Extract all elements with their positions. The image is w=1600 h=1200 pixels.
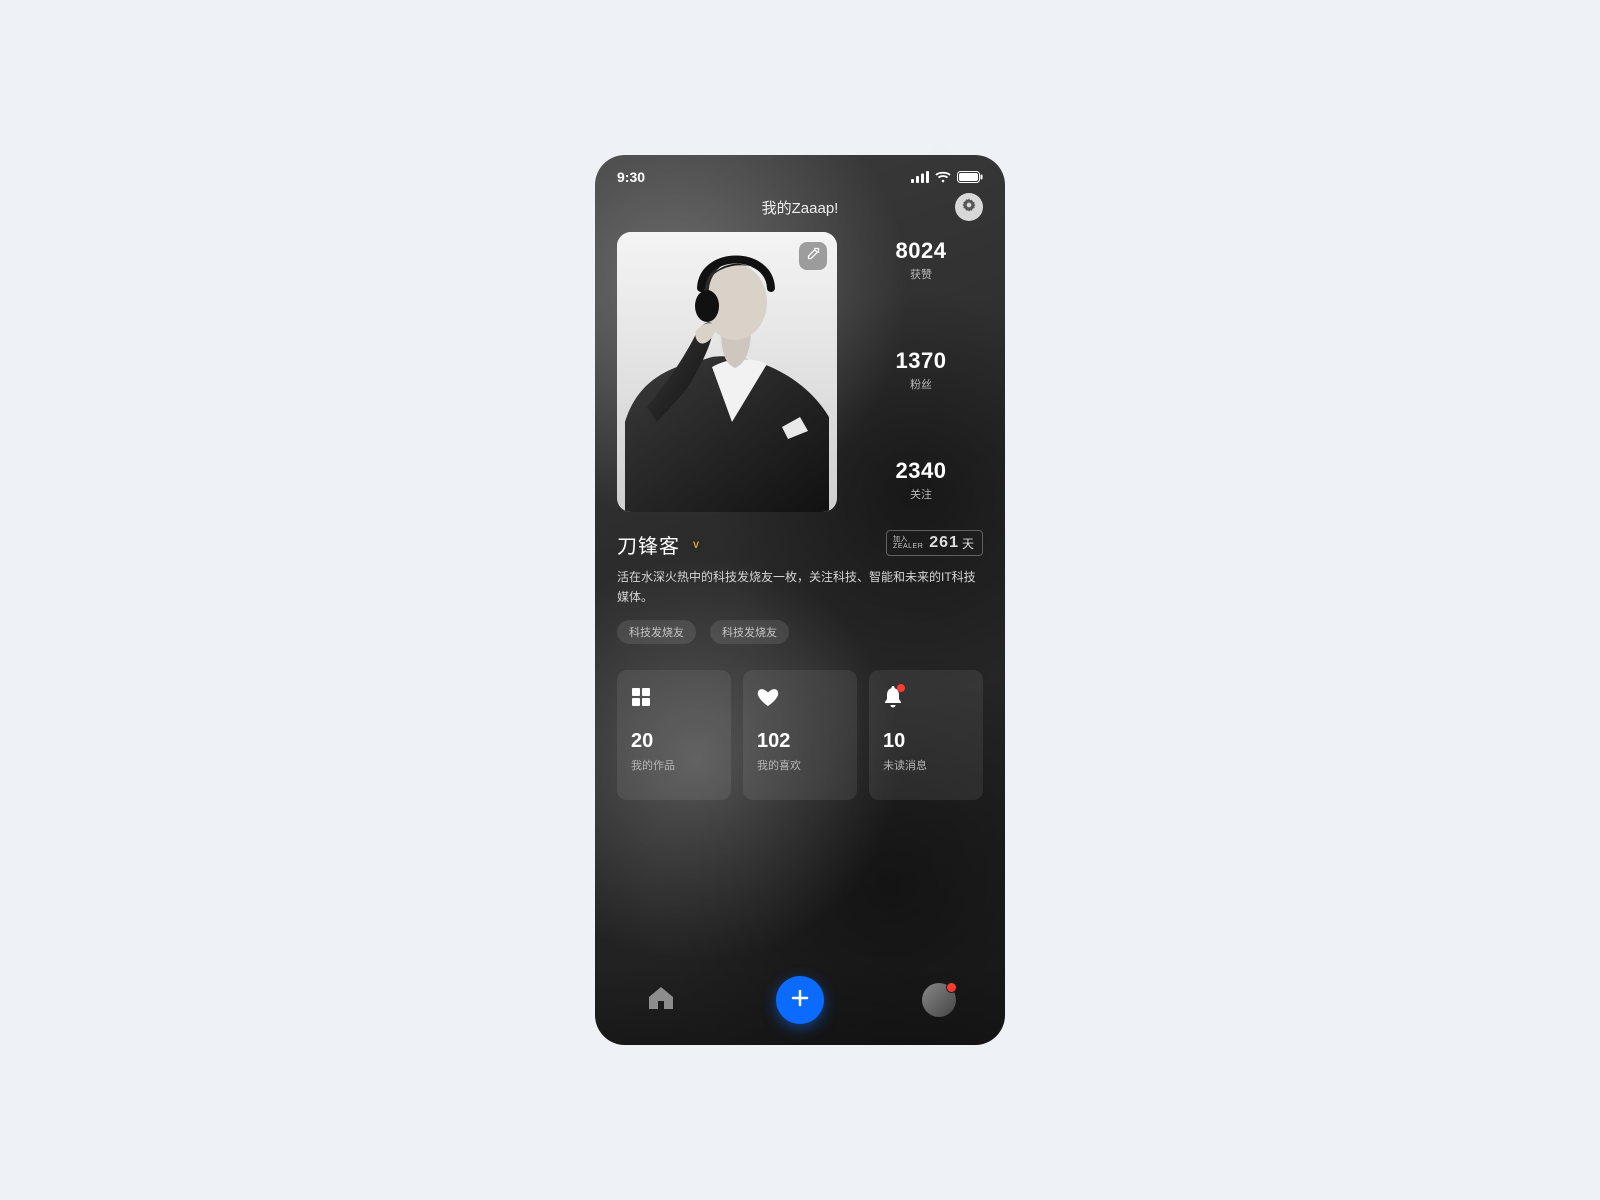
stat-value: 2340	[859, 458, 983, 484]
page-header: 我的Zaaap!	[595, 191, 1005, 232]
profile-row: 8024 获赞 1370 粉丝 2340 关注	[595, 232, 1005, 512]
battery-icon	[957, 171, 983, 183]
bottom-nav	[595, 965, 1005, 1045]
tag[interactable]: 科技发烧友	[710, 620, 789, 644]
name-row: 刀锋客 V 加入 ZEALER 261天	[595, 512, 1005, 559]
stat-value: 1370	[859, 348, 983, 374]
card-likes[interactable]: 102 我的喜欢	[743, 670, 857, 800]
avatar-image	[617, 232, 837, 512]
grid-icon	[631, 686, 717, 708]
notification-dot	[897, 684, 905, 692]
stat-label: 获赞	[859, 266, 983, 282]
join-badge: 加入 ZEALER 261天	[886, 530, 983, 556]
settings-button[interactable]	[955, 193, 983, 221]
status-time: 9:30	[617, 169, 645, 185]
profile-bio: 活在水深火热中的科技发烧友一枚，关注科技、智能和未来的IT科技媒体。	[595, 559, 1005, 608]
stat-likes[interactable]: 8024 获赞	[859, 238, 983, 282]
home-icon	[647, 985, 675, 1016]
card-messages[interactable]: 10 未读消息	[869, 670, 983, 800]
verified-badge: V	[688, 537, 704, 553]
edit-icon	[806, 246, 821, 266]
stat-label: 关注	[859, 486, 983, 502]
stat-label: 粉丝	[859, 376, 983, 392]
card-count: 20	[631, 730, 717, 753]
tag[interactable]: 科技发烧友	[617, 620, 696, 644]
card-count: 10	[883, 730, 969, 753]
nav-profile[interactable]	[922, 983, 956, 1017]
wifi-icon	[935, 171, 951, 183]
summary-cards: 20 我的作品 102 我的喜欢 10 未读消息	[595, 644, 1005, 800]
phone-frame: 9:30 我的Zaaap!	[595, 155, 1005, 1045]
bell-icon	[883, 686, 969, 708]
gear-icon	[961, 197, 977, 218]
heart-icon	[757, 686, 843, 708]
card-works[interactable]: 20 我的作品	[617, 670, 731, 800]
stat-following[interactable]: 2340 关注	[859, 458, 983, 502]
edit-avatar-button[interactable]	[799, 242, 827, 270]
profile-name: 刀锋客	[617, 530, 680, 559]
profile-tags: 科技发烧友 科技发烧友	[595, 608, 1005, 644]
status-indicators	[911, 171, 983, 183]
nav-add[interactable]	[776, 976, 824, 1024]
card-count: 102	[757, 730, 843, 753]
avatar-card[interactable]	[617, 232, 837, 512]
signal-icon	[911, 171, 929, 183]
status-bar: 9:30	[595, 155, 1005, 191]
profile-stats: 8024 获赞 1370 粉丝 2340 关注	[859, 232, 983, 512]
nav-home[interactable]	[644, 983, 678, 1017]
card-label: 我的喜欢	[757, 757, 843, 773]
card-label: 我的作品	[631, 757, 717, 773]
plus-icon	[789, 987, 811, 1014]
card-label: 未读消息	[883, 757, 969, 773]
stat-followers[interactable]: 1370 粉丝	[859, 348, 983, 392]
page-title: 我的Zaaap!	[762, 197, 839, 218]
stat-value: 8024	[859, 238, 983, 264]
